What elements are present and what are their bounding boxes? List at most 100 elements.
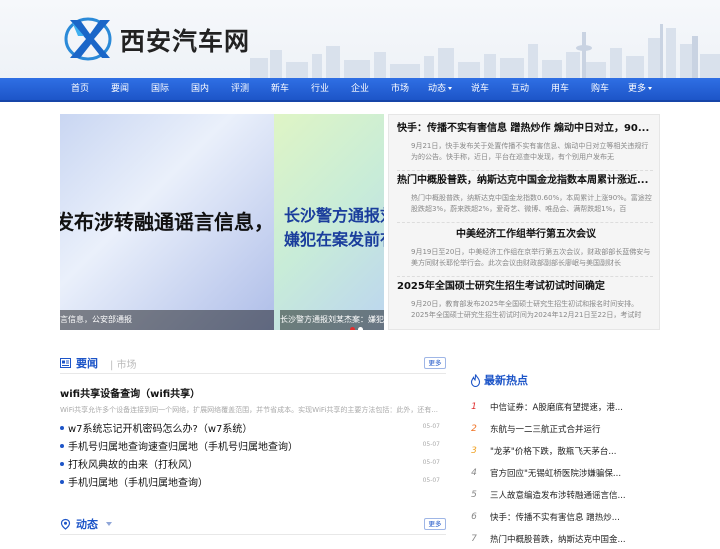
hot-rank: 1 — [471, 402, 477, 412]
nav-item[interactable]: 购车 — [580, 78, 620, 100]
slider-dot[interactable] — [358, 327, 363, 330]
headline-title[interactable]: 中美经济工作组举行第五次会议 — [397, 227, 655, 243]
banner-slide-2[interactable]: 长沙警方通报刘某杰 嫌犯在案发前有交 — [274, 114, 384, 330]
nav-item[interactable]: 说车 — [460, 78, 500, 100]
site-logo-icon[interactable] — [64, 16, 112, 62]
nav-item[interactable]: 国际 — [140, 78, 180, 100]
hot-rank: 6 — [471, 512, 477, 522]
nav-item[interactable]: 评测 — [220, 78, 260, 100]
featured-title[interactable]: wifi共享设备查询（wifi共享） — [60, 385, 200, 400]
nav-item[interactable]: 用车 — [540, 78, 580, 100]
caret-down-icon — [648, 87, 652, 90]
headline-item[interactable]: 2025年全国硕士研究生招生考试初试时间确定 9月20日，教育部发布2025年全国… — [397, 279, 655, 321]
nav-item-label: 要闻 — [110, 84, 129, 94]
slider-dot[interactable] — [350, 327, 355, 330]
hot-rank: 7 — [471, 534, 477, 544]
section-tab-market[interactable]: | 市场 — [110, 356, 137, 371]
list-item[interactable]: w7系统忘记开机密码怎么办?（w7系统） 05-07 — [60, 420, 446, 436]
hot-item[interactable]: 5 三人故意编造发布涉转融通谣言信... — [470, 489, 650, 505]
list-item-date: 05-07 — [422, 441, 440, 448]
nav-item[interactable]: 互动 — [500, 78, 540, 100]
hot-title: 最新热点 — [484, 374, 528, 387]
slider-dots — [350, 317, 366, 330]
hot-item-title[interactable]: 中信证券：A股磨底有望提速，港... — [490, 401, 630, 413]
hot-item-title[interactable]: 官方回应"无锡虹桥医院涉嫌骗保... — [490, 467, 630, 479]
nav-item[interactable]: 要闻 — [100, 78, 140, 100]
hot-item-title[interactable]: "龙茅"价格下跌，散瓶飞天茅台... — [490, 445, 630, 457]
hot-item[interactable]: 1 中信证券：A股磨底有望提速，港... — [470, 401, 650, 417]
hot-item[interactable]: 3 "龙茅"价格下跌，散瓶飞天茅台... — [470, 445, 650, 461]
featured-desc: WiFi共享允许多个设备连接到同一个网络，扩展网络覆盖范围，并节省成本。实现Wi… — [60, 406, 439, 414]
nav-item-label: 企业 — [350, 84, 369, 94]
headline-item[interactable]: 热门中概股普跌，纳斯达克中国金龙指数本周累计涨近... 热门中概股普跌，纳斯达克中… — [397, 173, 655, 215]
chevron-down-icon[interactable] — [106, 522, 112, 526]
list-item-title[interactable]: w7系统忘记开机密码怎么办?（w7系统） — [68, 420, 252, 435]
headline-title[interactable]: 热门中概股普跌，纳斯达克中国金龙指数本周累计涨近... — [397, 173, 655, 189]
nav-item-label: 动态 — [427, 84, 446, 94]
site-name[interactable]: 西安汽车网 — [120, 22, 250, 58]
hot-rank: 3 — [471, 446, 477, 456]
hot-item[interactable]: 7 热门中概股普跌，纳斯达克中国金... — [470, 533, 650, 549]
headline-title[interactable]: 2025年全国硕士研究生招生考试初试时间确定 — [397, 279, 655, 295]
nav-item[interactable]: 企业 — [340, 78, 380, 100]
more-button[interactable]: 更多 — [424, 357, 446, 369]
banner-caption-2[interactable]: 长沙警方通报刘某杰案：嫌犯 — [280, 310, 384, 330]
hot-rank: 2 — [471, 424, 477, 434]
nav-item[interactable]: 行业 — [300, 78, 340, 100]
list-item-date: 05-07 — [422, 459, 440, 466]
hot-item[interactable]: 4 官方回应"无锡虹桥医院涉嫌骗保... — [470, 467, 650, 483]
nav-item-label: 国内 — [190, 84, 209, 94]
headline-box: 快手：传播不实有害信息 蹭热炒作 煽动中日对立，90... 9月21日，快手发布关… — [388, 114, 660, 330]
banner-slide-1[interactable]: 发布涉转融通谣言信息，公安部 — [60, 114, 334, 330]
nav-item[interactable]: 新车 — [260, 78, 300, 100]
headline-desc: 热门中概股普跌，纳斯达克中国金龙指数0.60%，本周累计上涨90%。富途控股跌超… — [411, 194, 652, 213]
hot-item[interactable]: 2 东航与一二三航正式合并运行 — [470, 423, 650, 439]
list-item[interactable]: 手机号归属地查询速查归属地（手机号归属地查询） 05-07 — [60, 438, 446, 454]
hot-item-title[interactable]: 热门中概股普跌，纳斯达克中国金... — [490, 533, 630, 545]
section-title-dynamic[interactable]: 动态 — [76, 516, 98, 532]
divider — [397, 170, 653, 171]
nav-item[interactable]: 动态 — [420, 78, 460, 100]
list-item-date: 05-07 — [422, 423, 440, 430]
banner-slider[interactable]: 发布涉转融通谣言信息，公安部 长沙警方通报刘某杰 嫌犯在案发前有交 言信息，公安… — [60, 114, 384, 330]
more-button[interactable]: 更多 — [424, 518, 446, 530]
headline-desc: 9月19日至20日，中美经济工作组在京举行第五次会议，财政部部长蓝佛安与美方同财… — [411, 248, 651, 267]
list-item-title[interactable]: 打秋风典故的由来（打秋风） — [68, 456, 198, 471]
list-item[interactable]: 打秋风典故的由来（打秋风） 05-07 — [60, 456, 446, 472]
location-icon — [60, 518, 71, 530]
list-item-title[interactable]: 手机号归属地查询速查归属地（手机号归属地查询） — [68, 438, 298, 453]
section-tab-market-label: 市场 — [116, 360, 137, 371]
bullet-icon — [60, 444, 64, 448]
section-news-header: 要闻 | 市场 更多 — [60, 354, 446, 372]
headline-item[interactable]: 中美经济工作组举行第五次会议 9月19日至20日，中美经济工作组在京举行第五次会议… — [397, 227, 655, 269]
nav-item-label: 互动 — [510, 84, 529, 94]
nav-item[interactable]: 更多 — [620, 78, 660, 100]
hot-item-title[interactable]: 三人故意编造发布涉转融通谣言信... — [490, 489, 630, 501]
nav-item-label: 更多 — [627, 84, 646, 94]
list-item[interactable]: 手机归属地（手机归属地查询） 05-07 — [60, 474, 446, 490]
nav-item-label: 行业 — [310, 84, 329, 94]
headline-title[interactable]: 快手：传播不实有害信息 蹭热炒作 煽动中日对立，90... — [397, 121, 655, 137]
skyline-graphic — [250, 24, 720, 78]
headline-item[interactable]: 快手：传播不实有害信息 蹭热炒作 煽动中日对立，90... 9月21日，快手发布关… — [397, 121, 655, 163]
list-item-title[interactable]: 手机归属地（手机归属地查询） — [68, 474, 208, 489]
hot-item-title[interactable]: 快手：传播不实有害信息 蹭热炒... — [490, 511, 630, 523]
bullet-icon — [60, 480, 64, 484]
nav-item-label: 市场 — [390, 84, 409, 94]
hot-item[interactable]: 6 快手：传播不实有害信息 蹭热炒... — [470, 511, 650, 527]
hot-header: 最新热点 — [470, 372, 670, 390]
slide2-line1: 长沙警方通报刘某杰 — [284, 206, 384, 225]
nav-item-label: 购车 — [590, 84, 609, 94]
nav-item-label: 用车 — [550, 84, 569, 94]
nav-item[interactable]: 首页 — [60, 78, 100, 100]
headline-desc: 9月20日，教育部发布2025年全国硕士研究生招生初试和报名时间安排。2025年… — [411, 300, 642, 319]
nav-item[interactable]: 市场 — [380, 78, 420, 100]
nav-item[interactable]: 国内 — [180, 78, 220, 100]
section-dynamic-header: 动态 更多 — [60, 515, 446, 533]
hot-item-title[interactable]: 东航与一二三航正式合并运行 — [490, 423, 630, 435]
news-icon — [60, 358, 71, 368]
section-title-news[interactable]: 要闻 — [76, 355, 98, 371]
banner-caption-1[interactable]: 言信息，公安部通报 — [60, 310, 274, 330]
caret-down-icon — [448, 87, 452, 90]
bullet-icon — [60, 426, 64, 430]
